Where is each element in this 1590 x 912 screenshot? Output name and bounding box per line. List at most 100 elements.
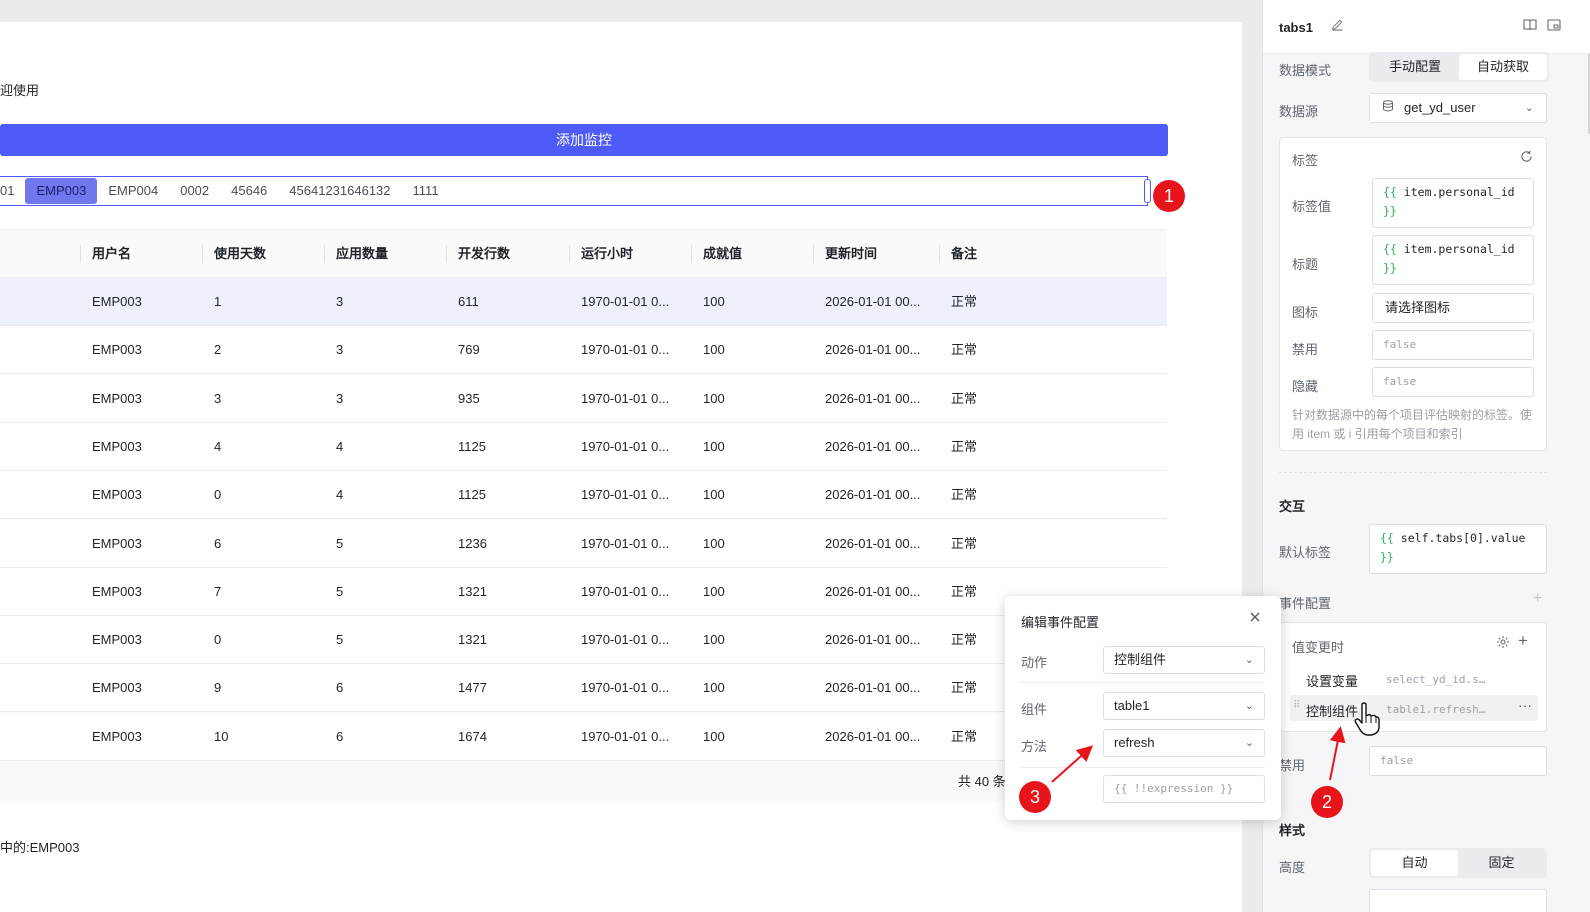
table-row[interactable]: EMP003 4 4 1125 1970-01-01 0... 100 2026-01-01…	[0, 422, 1167, 471]
table-cell: 1970-01-01 0...	[581, 583, 670, 599]
edit-name-icon[interactable]	[1331, 18, 1344, 34]
tag-mapping-card: 标签 标签值 {{ item.personal_id }} 标题 {{ item…	[1279, 137, 1547, 451]
add-event-icon[interactable]: +	[1533, 590, 1542, 608]
table-cell: EMP003	[92, 680, 142, 696]
close-icon[interactable]	[1249, 610, 1261, 628]
height-toggle: 自动 固定	[1369, 848, 1547, 878]
table-cell: 10	[214, 728, 229, 744]
tab-item[interactable]: 01	[0, 178, 25, 204]
column-header: 运行小时	[569, 230, 691, 278]
column-header: 更新时间	[813, 230, 938, 278]
on-change-label: 值变更时	[1292, 640, 1345, 655]
tag-mapping-hint: 针对数据源中的每个项目评估映射的标签。使 用 item 或 i 引用每个项目和索…	[1292, 406, 1542, 444]
tab-item[interactable]: 0002	[169, 178, 220, 204]
table-cell: EMP003	[92, 438, 142, 454]
table-row[interactable]: EMP003 0 4 1125 1970-01-01 0... 100 2026-01-01…	[0, 471, 1167, 520]
popup-title: 编辑事件配置	[1021, 615, 1100, 630]
refresh-icon[interactable]	[1520, 150, 1533, 166]
tab-item[interactable]: 1111	[402, 178, 450, 204]
height-fixed[interactable]: 固定	[1458, 850, 1545, 876]
table-row[interactable]: EMP003 3 3 935 1970-01-01 0... 100 2026-01-01 …	[0, 374, 1167, 423]
table-cell: 6	[214, 535, 222, 551]
hidden-input[interactable]: false	[1372, 367, 1534, 397]
data-mode-label: 数据模式	[1279, 63, 1332, 78]
table-row[interactable]: EMP003 9 6 1477 1970-01-01 0... 100 2026-01-01…	[0, 664, 1167, 713]
event-action-row[interactable]: 设置变量 select_yd_id.s…	[1290, 665, 1538, 691]
default-tag-code-close: }}	[1380, 550, 1394, 564]
condition-input[interactable]: {{ !!expression }}	[1103, 775, 1265, 803]
table-cell: 2026-01-01 00...	[825, 438, 921, 454]
data-mode-toggle: 手动配置 自动获取	[1369, 52, 1549, 82]
default-tag-code[interactable]: {{ self.tabs[0].value }}	[1369, 524, 1547, 574]
icon-picker[interactable]: 请选择图标	[1372, 293, 1534, 323]
data-source-select[interactable]: get_yd_user ⌄	[1369, 93, 1547, 123]
data-mode-manual[interactable]: 手动配置	[1371, 54, 1459, 80]
disabled-input[interactable]: false	[1372, 330, 1534, 360]
default-tag-label: 默认标签	[1279, 545, 1332, 560]
divider	[1021, 767, 1265, 768]
table-row[interactable]: EMP003 2 3 769 1970-01-01 0... 100 2026-01-01 …	[0, 326, 1167, 375]
tag-value-code-close: }}	[1383, 204, 1397, 218]
column-header: 开发行数	[446, 230, 568, 278]
table-cell: 正常	[951, 294, 978, 309]
welcome-text: 迎使用	[0, 83, 40, 98]
action-select[interactable]: 控制组件 ⌄	[1103, 646, 1265, 674]
tag-value-code[interactable]: {{ item.personal_id }}	[1372, 178, 1534, 228]
selected-tab-text: 中的:EMP003	[0, 840, 80, 855]
drag-handle-icon[interactable]: ⠿	[1293, 700, 1300, 711]
method-select[interactable]: refresh ⌄	[1103, 729, 1265, 757]
add-action-icon[interactable]: +	[1518, 631, 1528, 651]
resize-handle[interactable]	[1144, 179, 1151, 203]
data-source-label: 数据源	[1279, 104, 1319, 119]
window-icon[interactable]	[1547, 18, 1561, 34]
table-row[interactable]: EMP003 7 5 1321 1970-01-01 0... 100 2026-01-01…	[0, 567, 1167, 616]
tab-item[interactable]: 45641231646132	[278, 178, 401, 204]
column-header: 用户名	[80, 230, 202, 278]
table-cell: 100	[703, 390, 725, 406]
properties-panel: tabs1 数据模式 手动配置 自动获取 数据源 get_yd_user ⌄ 标…	[1262, 0, 1590, 912]
tab-item[interactable]: EMP004	[97, 178, 169, 204]
table-row[interactable]: EMP003 6 5 1236 1970-01-01 0... 100 2026-01-01…	[0, 519, 1167, 568]
table-cell: 1970-01-01 0...	[581, 342, 670, 358]
table-cell: EMP003	[92, 728, 142, 744]
table-row[interactable]: EMP003 1 3 611 1970-01-01 0... 100 2026-01-01 …	[0, 278, 1167, 326]
table-row[interactable]: EMP003 0 5 1321 1970-01-01 0... 100 2026-01-01…	[0, 616, 1167, 665]
table-cell: 1321	[458, 583, 487, 599]
disabled2-input[interactable]: false	[1369, 746, 1547, 776]
title-code[interactable]: {{ item.personal_id }}	[1372, 235, 1534, 285]
height-auto[interactable]: 自动	[1371, 850, 1458, 876]
component-select[interactable]: table1 ⌄	[1103, 692, 1265, 720]
table-cell: 2	[214, 342, 222, 358]
default-tag-code-line: self.tabs[0].value	[1400, 531, 1526, 545]
title-code-line: item.personal_id	[1403, 242, 1515, 256]
table-cell: 1970-01-01 0...	[581, 390, 670, 406]
table-cell: EMP003	[92, 535, 142, 551]
tab-item[interactable]: 45646	[220, 178, 278, 204]
tabs1-component[interactable]: 01 EMP003 EMP004 0002 45646 456412316461…	[0, 176, 1151, 206]
pagination-total: 共 40 条	[958, 774, 1006, 789]
table-cell: 1970-01-01 0...	[581, 632, 670, 648]
table-cell: EMP003	[92, 390, 142, 406]
add-monitor-button[interactable]: 添加监控	[0, 124, 1168, 156]
table-cell: 正常	[951, 390, 978, 406]
table-cell: 4	[214, 438, 222, 454]
table-cell: 0	[214, 632, 222, 648]
title-code-close: }}	[1383, 261, 1397, 275]
tab-item-active[interactable]: EMP003	[25, 178, 98, 204]
table-row[interactable]: EMP003 10 6 1674 1970-01-01 0... 100 2026-01-0…	[0, 712, 1167, 761]
table-cell: 4	[336, 487, 344, 503]
table-cell: 1674	[458, 728, 487, 744]
title-label: 标题	[1292, 257, 1319, 272]
table-cell: EMP003	[92, 342, 142, 358]
table-cell: 100	[703, 342, 725, 358]
data-mode-auto[interactable]: 自动获取	[1459, 54, 1547, 80]
column-header: 使用天数	[202, 230, 324, 278]
table-header: 用户名 使用天数 应用数量 开发行数 运行小时 成就值 更新时间 备注	[0, 230, 1167, 278]
more-icon[interactable]: ···	[1518, 697, 1532, 713]
docs-book-icon[interactable]	[1523, 18, 1537, 34]
table-cell: 1125	[458, 438, 486, 454]
event-action-row-active[interactable]: ⠿ 控制组件 table1.refresh… ···	[1290, 695, 1538, 721]
table-cell: 769	[458, 342, 480, 358]
hint-line: 针对数据源中的每个项目评估映射的标签。使	[1292, 408, 1533, 422]
gear-icon[interactable]	[1496, 635, 1510, 652]
